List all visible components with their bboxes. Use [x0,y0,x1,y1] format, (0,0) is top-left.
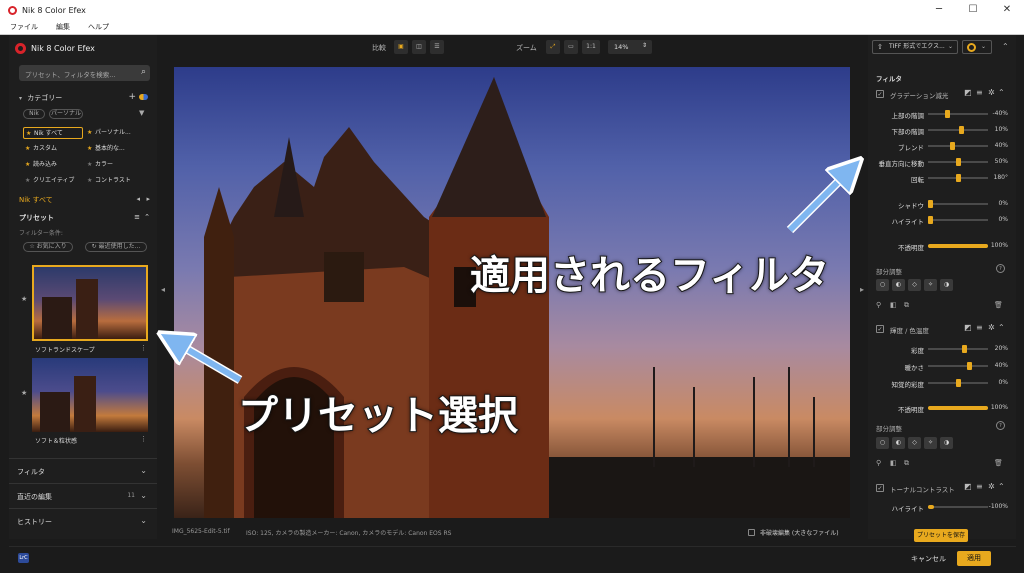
arrow-to-presets [173,341,242,383]
annotation-preset-select: プリセット選択 [237,392,519,440]
annotation-filter-applied: 適用されるフィルタ [469,252,830,300]
arrow-to-filters [787,170,850,233]
